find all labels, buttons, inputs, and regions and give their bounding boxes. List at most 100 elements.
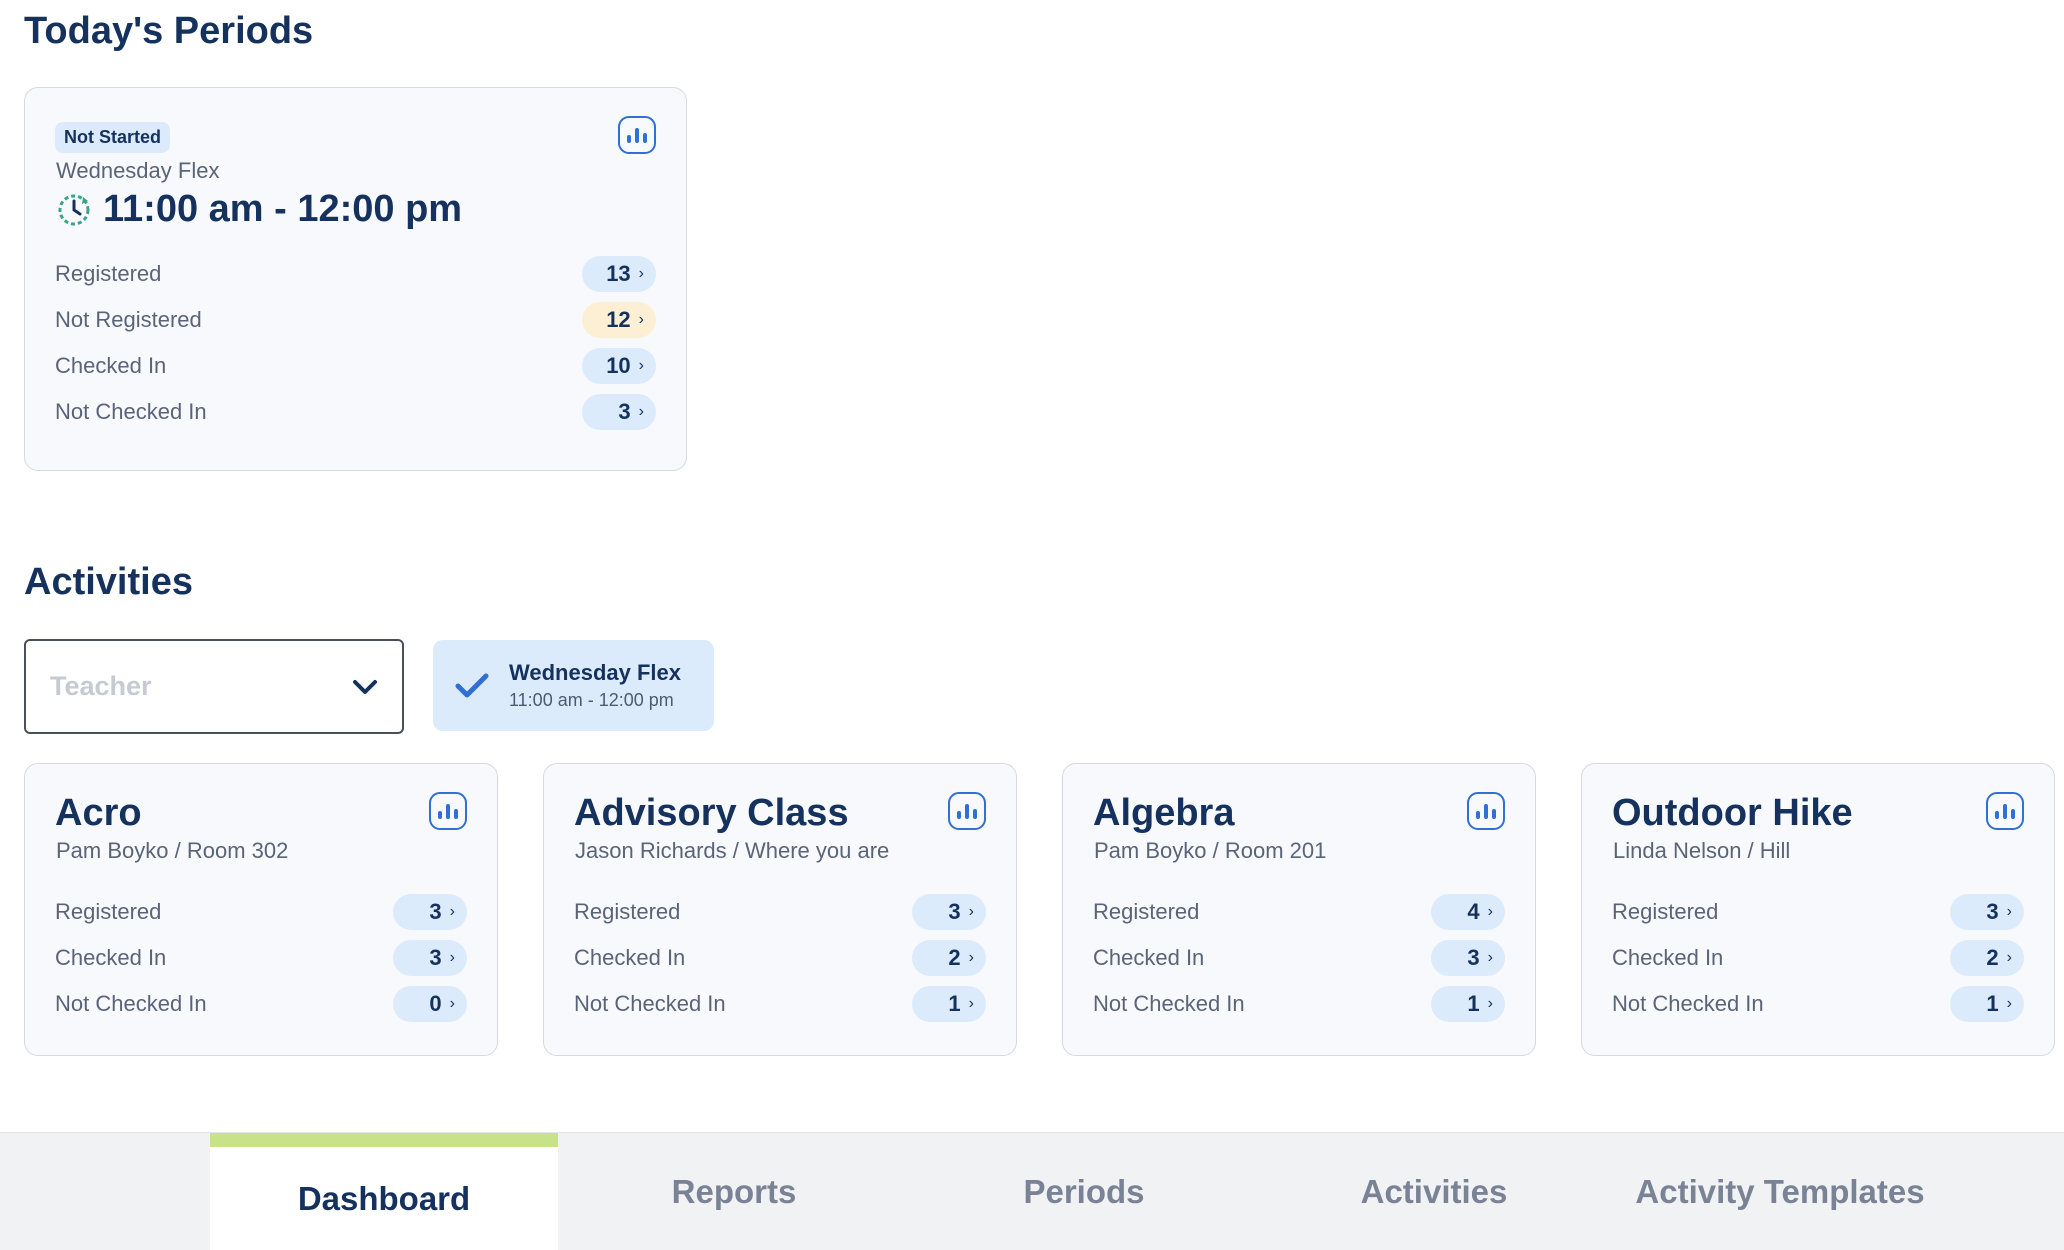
stat-label: Not Checked In xyxy=(1093,991,1245,1016)
stat-pill[interactable]: 13 › xyxy=(582,256,656,292)
bar-chart-icon[interactable] xyxy=(948,792,986,830)
stat-pill[interactable]: 3 › xyxy=(1950,894,2024,930)
stat-label: Checked In xyxy=(55,353,167,378)
stat-pill[interactable]: 3 › xyxy=(582,394,656,430)
stat-pill[interactable]: 3 › xyxy=(393,894,467,930)
activity-title: Outdoor Hike xyxy=(1612,792,1853,834)
stat-row-registered: Registered 13 › xyxy=(55,256,656,292)
stat-value: 3 xyxy=(948,899,961,924)
activity-title: Advisory Class xyxy=(574,792,849,834)
stat-row-not-checked-in: Not Checked In 1 › xyxy=(1093,986,1505,1022)
bar-chart-icon[interactable] xyxy=(618,116,656,154)
activity-card-acro[interactable]: Acro Pam Boyko / Room 302 Registered 3 › Chec… xyxy=(24,763,498,1056)
stat-row-checked-in: Checked In 3 › xyxy=(1093,940,1505,976)
stat-pill[interactable]: 1 › xyxy=(912,986,986,1022)
chevron-right-icon: › xyxy=(2006,995,2012,1012)
stat-row-checked-in: Checked In 2 › xyxy=(1612,940,2024,976)
stat-pill[interactable]: 3 › xyxy=(912,894,986,930)
bar-chart-icon[interactable] xyxy=(429,792,467,830)
chevron-right-icon: › xyxy=(2006,903,2012,920)
period-card[interactable]: Not Started Wednesday Flex 11:00 am - 12… xyxy=(24,87,687,471)
activity-card-advisory[interactable]: Advisory Class Jason Richards / Where you… xyxy=(543,763,1017,1056)
chevron-right-icon: › xyxy=(638,311,644,328)
stat-label: Registered xyxy=(574,899,681,924)
stat-label: Registered xyxy=(1093,899,1200,924)
stat-row-registered: Registered 4 › xyxy=(1093,894,1505,930)
stat-value: 12 xyxy=(606,307,631,332)
stat-value: 1 xyxy=(948,991,961,1016)
stat-label: Not Checked In xyxy=(574,991,726,1016)
stat-label: Registered xyxy=(1612,899,1719,924)
period-name: Wednesday Flex xyxy=(56,158,220,183)
stat-row-checked-in: Checked In 3 › xyxy=(55,940,467,976)
period-filter-chip[interactable]: Wednesday Flex 11:00 am - 12:00 pm xyxy=(433,640,714,731)
bar-chart-icon[interactable] xyxy=(1467,792,1505,830)
stat-row-not-checked-in: Not Checked In 1 › xyxy=(574,986,986,1022)
bar-chart-icon[interactable] xyxy=(1986,792,2024,830)
stat-pill[interactable]: 2 › xyxy=(912,940,986,976)
stat-pill[interactable]: 12 › xyxy=(582,302,656,338)
activity-title: Acro xyxy=(55,792,142,834)
stat-value: 3 xyxy=(1467,945,1480,970)
chevron-right-icon: › xyxy=(449,995,455,1012)
chevron-right-icon: › xyxy=(968,903,974,920)
stat-label: Not Checked In xyxy=(55,991,207,1016)
stat-label: Registered xyxy=(55,261,162,286)
stat-label: Checked In xyxy=(1093,945,1205,970)
stat-pill[interactable]: 1 › xyxy=(1431,986,1505,1022)
stat-label: Checked In xyxy=(574,945,686,970)
stat-value: 0 xyxy=(429,991,442,1016)
activity-subtitle: Pam Boyko / Room 302 xyxy=(56,838,289,863)
stat-label: Not Registered xyxy=(55,307,202,332)
chevron-right-icon: › xyxy=(638,265,644,282)
stat-label: Checked In xyxy=(55,945,167,970)
chevron-right-icon: › xyxy=(968,995,974,1012)
chevron-right-icon: › xyxy=(449,903,455,920)
chevron-right-icon: › xyxy=(2006,949,2012,966)
check-icon xyxy=(455,673,489,697)
activity-title: Algebra xyxy=(1093,792,1235,834)
stat-pill[interactable]: 2 › xyxy=(1950,940,2024,976)
tab-activities[interactable]: Activities xyxy=(1260,1133,1608,1250)
stat-pill[interactable]: 1 › xyxy=(1950,986,2024,1022)
stat-pill[interactable]: 3 › xyxy=(393,940,467,976)
chevron-right-icon: › xyxy=(1487,995,1493,1012)
stat-value: 10 xyxy=(606,353,631,378)
activities-heading: Activities xyxy=(24,561,193,603)
chip-title: Wednesday Flex xyxy=(509,660,681,685)
stat-label: Registered xyxy=(55,899,162,924)
chevron-right-icon: › xyxy=(638,403,644,420)
chevron-right-icon: › xyxy=(968,949,974,966)
tab-activity-templates[interactable]: Activity Templates xyxy=(1610,1133,1950,1250)
stat-value: 3 xyxy=(429,945,442,970)
stat-pill[interactable]: 10 › xyxy=(582,348,656,384)
tab-dashboard[interactable]: Dashboard xyxy=(210,1133,558,1250)
chevron-right-icon: › xyxy=(638,357,644,374)
stat-row-checked-in: Checked In 10 › xyxy=(55,348,656,384)
stat-row-not-checked-in: Not Checked In 0 › xyxy=(55,986,467,1022)
activity-card-outdoor-hike[interactable]: Outdoor Hike Linda Nelson / Hill Registere… xyxy=(1581,763,2055,1056)
stat-pill[interactable]: 0 › xyxy=(393,986,467,1022)
stat-pill[interactable]: 3 › xyxy=(1431,940,1505,976)
tab-reports[interactable]: Reports xyxy=(560,1133,908,1250)
stat-row-not-checked-in: Not Checked In 3 › xyxy=(55,394,656,430)
period-time-row: 11:00 am - 12:00 pm xyxy=(55,188,462,231)
teacher-select[interactable]: Teacher xyxy=(24,639,404,734)
stat-row-registered: Registered 3 › xyxy=(55,894,467,930)
stat-pill[interactable]: 4 › xyxy=(1431,894,1505,930)
period-time: 11:00 am - 12:00 pm xyxy=(103,188,463,230)
activity-card-algebra[interactable]: Algebra Pam Boyko / Room 201 Registered 4 › C… xyxy=(1062,763,1536,1056)
stat-value: 3 xyxy=(429,899,442,924)
stat-value: 2 xyxy=(1986,945,1999,970)
activity-subtitle: Jason Richards / Where you are xyxy=(575,838,890,863)
stat-value: 13 xyxy=(606,261,631,286)
stat-row-not-checked-in: Not Checked In 1 › xyxy=(1612,986,2024,1022)
stat-label: Not Checked In xyxy=(1612,991,1764,1016)
tab-periods[interactable]: Periods xyxy=(910,1133,1258,1250)
periods-heading: Today's Periods xyxy=(24,10,314,52)
stat-row-registered: Registered 3 › xyxy=(1612,894,2024,930)
chip-text: Wednesday Flex 11:00 am - 12:00 pm xyxy=(509,660,681,711)
stat-row-not-registered: Not Registered 12 › xyxy=(55,302,656,338)
stat-row-registered: Registered 3 › xyxy=(574,894,986,930)
stat-value: 3 xyxy=(1986,899,1999,924)
